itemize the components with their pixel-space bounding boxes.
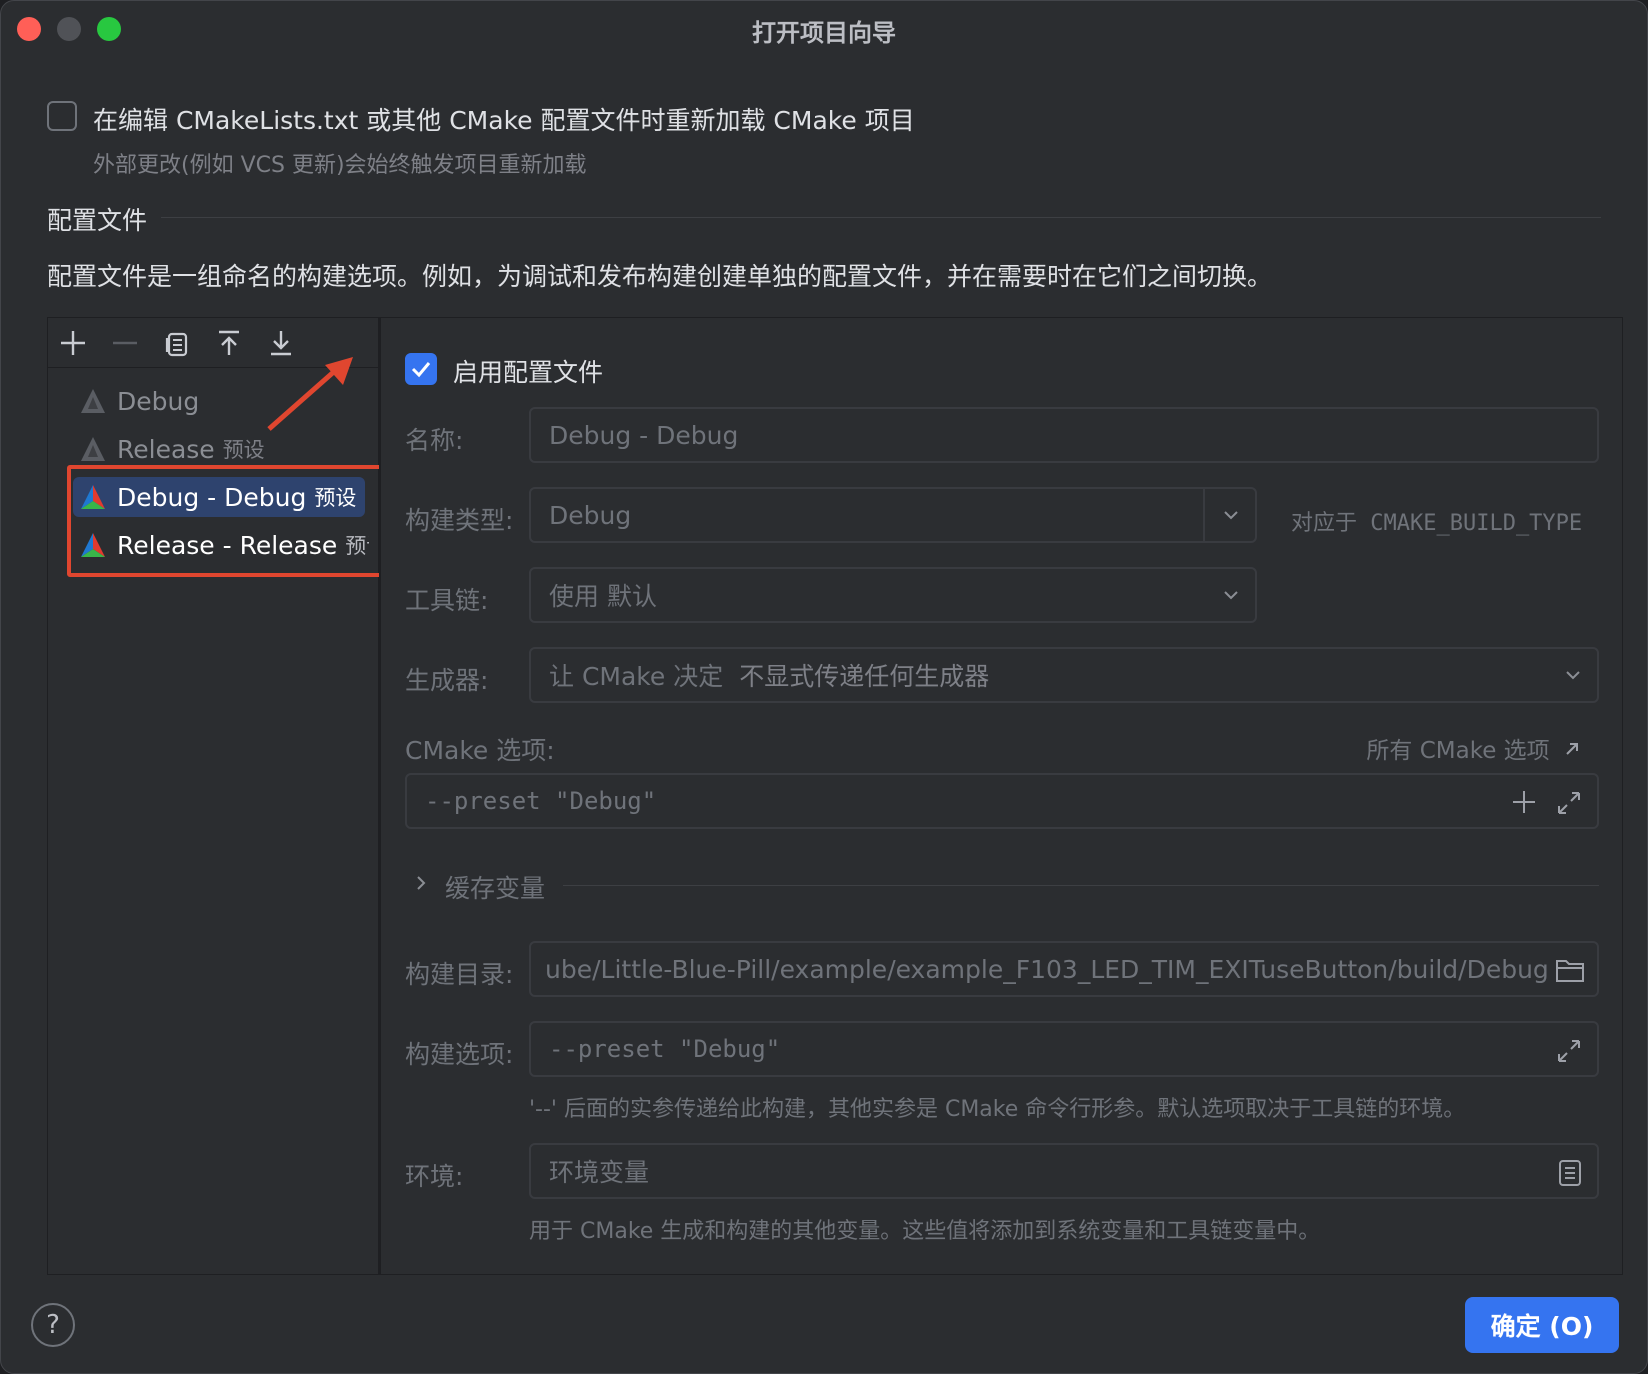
help-button[interactable]: ? bbox=[31, 1303, 75, 1347]
move-up-icon[interactable] bbox=[213, 327, 245, 359]
reload-cmake-checkbox[interactable] bbox=[47, 101, 77, 131]
enable-profile-checkbox[interactable] bbox=[405, 353, 437, 385]
all-cmake-options-link[interactable]: 所有 CMake 选项 bbox=[1366, 731, 1581, 765]
project-wizard-dialog: 打开项目向导 在编辑 CMakeLists.txt 或其他 CMake 配置文件… bbox=[0, 0, 1648, 1374]
name-input[interactable]: Debug - Debug bbox=[529, 407, 1599, 463]
check-icon bbox=[411, 362, 431, 378]
environment-input[interactable]: 环境变量 bbox=[529, 1143, 1599, 1199]
profiles-heading: 配置文件 bbox=[47, 206, 148, 235]
cmake-options-label: CMake 选项: bbox=[405, 736, 555, 765]
highlight-profiles bbox=[67, 465, 391, 577]
build-type-hint: 对应于 CMAKE_BUILD_TYPE bbox=[1291, 511, 1583, 536]
build-options-label: 构建选项: bbox=[405, 1040, 514, 1069]
generator-hint: 不显式传递任何生成器 bbox=[739, 662, 990, 691]
build-dir-label: 构建目录: bbox=[405, 960, 514, 989]
build-dir-input[interactable]: ube/Little-Blue-Pill/example/example_F10… bbox=[529, 941, 1599, 997]
toolchain-select[interactable]: 使用 默认 bbox=[529, 567, 1257, 623]
annotation-arrow bbox=[267, 357, 353, 431]
generator-select[interactable]: 让 CMake 决定 不显式传递任何生成器 bbox=[529, 647, 1599, 703]
remove-icon[interactable] bbox=[109, 327, 141, 359]
profile-item-release[interactable]: Release 预设 bbox=[73, 429, 369, 469]
window-title: 打开项目向导 bbox=[752, 19, 896, 47]
copy-icon[interactable] bbox=[161, 327, 193, 359]
add-icon[interactable] bbox=[57, 327, 89, 359]
reload-cmake-hint: 外部更改(例如 VCS 更新)会始终触发项目重新加载 bbox=[93, 153, 587, 178]
profile-name: Release bbox=[117, 434, 215, 464]
generator-label: 生成器: bbox=[405, 666, 489, 695]
environment-hint: 用于 CMake 生成和构建的其他变量。这些值将添加到系统变量和工具链变量中。 bbox=[529, 1219, 1321, 1244]
environment-label: 环境: bbox=[405, 1162, 464, 1191]
reload-cmake-label: 在编辑 CMakeLists.txt 或其他 CMake 配置文件时重新加载 C… bbox=[93, 106, 915, 135]
chevron-down-icon bbox=[1566, 671, 1580, 680]
add-icon[interactable] bbox=[1511, 789, 1537, 815]
build-type-select[interactable]: Debug bbox=[529, 487, 1257, 543]
cache-variables-toggle[interactable]: 缓存变量 bbox=[445, 869, 545, 905]
cmake-options-input[interactable]: --preset "Debug" bbox=[405, 773, 1599, 829]
expand-icon[interactable] bbox=[1555, 1037, 1583, 1065]
enable-profile-label: 启用配置文件 bbox=[453, 358, 604, 387]
chevron-down-icon bbox=[1224, 591, 1238, 600]
list-icon[interactable] bbox=[1557, 1159, 1583, 1187]
build-options-hint: '--' 后面的实参传递给此构建，其他实参是 CMake 命令行形参。默认选项取… bbox=[529, 1097, 1466, 1122]
folder-icon[interactable] bbox=[1555, 957, 1585, 983]
cmake-icon bbox=[81, 437, 105, 461]
section-divider bbox=[161, 217, 1601, 218]
external-link-icon bbox=[1566, 743, 1578, 755]
profile-name: Debug bbox=[117, 386, 200, 416]
ok-button[interactable]: 确定 (O) bbox=[1465, 1297, 1619, 1353]
toolchain-label: 工具链: bbox=[405, 586, 489, 615]
build-options-input[interactable]: --preset "Debug" bbox=[529, 1021, 1599, 1077]
expand-icon[interactable] bbox=[1555, 789, 1583, 817]
profile-preset-badge: 预设 bbox=[222, 438, 265, 462]
chevron-down-icon bbox=[1224, 511, 1238, 520]
chevron-right-icon[interactable] bbox=[411, 873, 431, 893]
cache-variables-divider bbox=[563, 885, 1599, 886]
cmake-icon bbox=[81, 389, 105, 413]
title-bar: 打开项目向导 bbox=[1, 1, 1647, 57]
profiles-description: 配置文件是一组命名的构建选项。例如，为调试和发布构建创建单独的配置文件，并在需要… bbox=[47, 262, 1273, 291]
name-label: 名称: bbox=[405, 426, 464, 455]
build-type-label: 构建类型: bbox=[405, 506, 514, 535]
